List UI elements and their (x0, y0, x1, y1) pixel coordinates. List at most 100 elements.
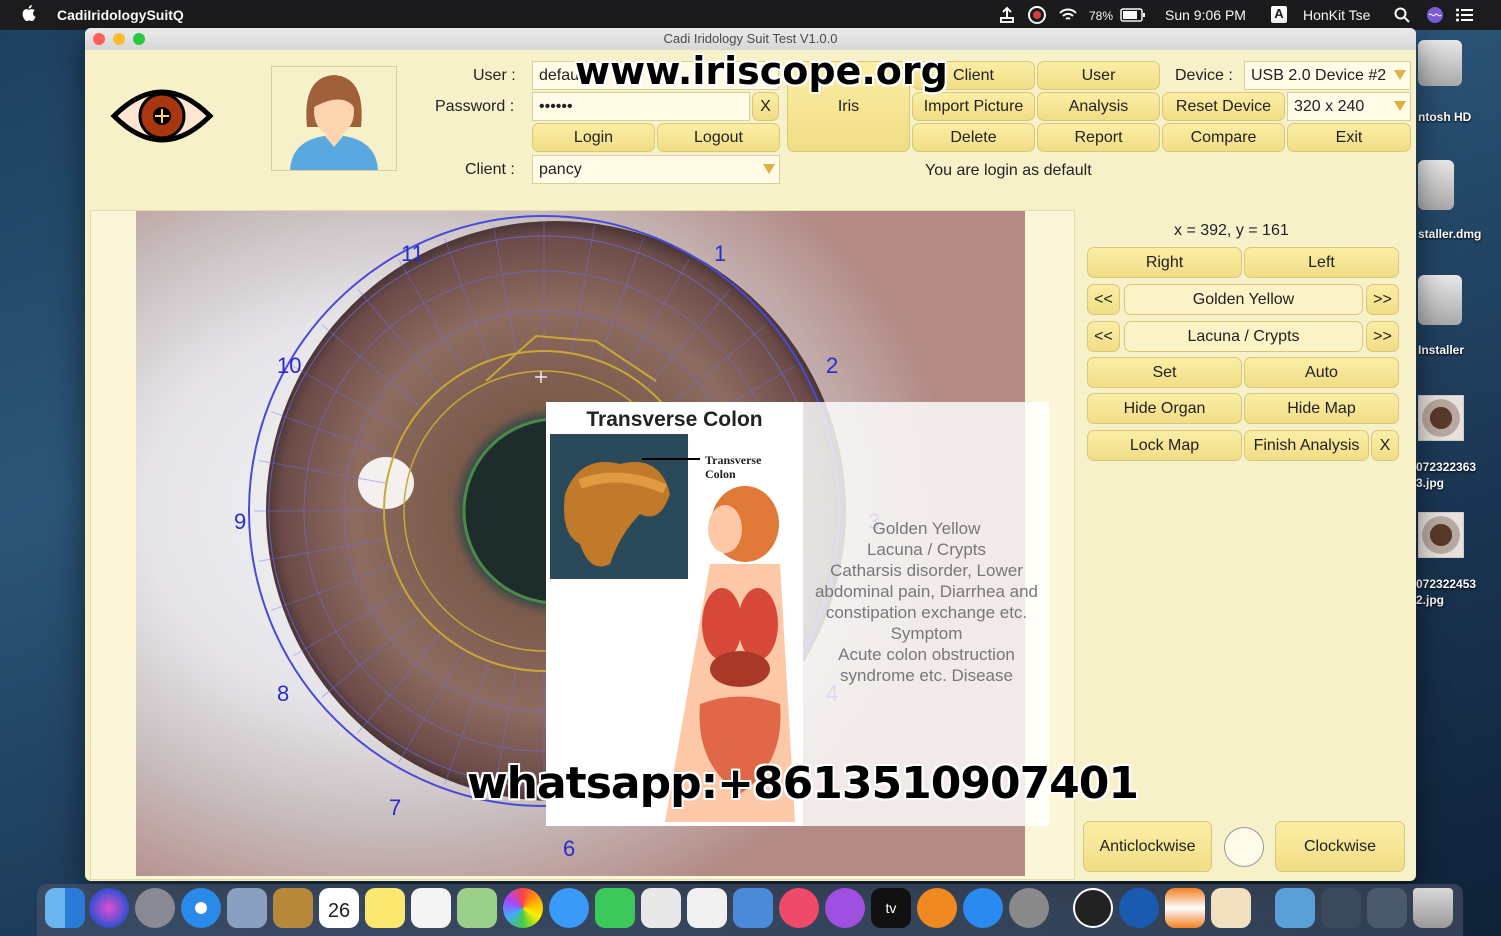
numbers-icon[interactable] (687, 888, 727, 928)
user-label: User : (473, 67, 516, 84)
minimize-window-button[interactable] (113, 33, 125, 45)
menu-clock[interactable]: Sun 9:06 PM (1165, 7, 1246, 23)
hide-map-button[interactable]: Hide Map (1244, 393, 1399, 424)
installer-drive-icon[interactable] (1418, 275, 1462, 325)
app-window: Cadi Iridology Suit Test V1.0.0 User : d… (85, 28, 1416, 881)
analysis-button[interactable]: Analysis (1037, 92, 1160, 121)
apple-tv-icon[interactable]: tv (871, 888, 911, 928)
trash-icon[interactable] (1413, 888, 1453, 928)
reset-device-button[interactable]: Reset Device (1162, 92, 1285, 121)
popup-line-color: Golden Yellow (872, 519, 981, 538)
eye-photo-thumbnail-1[interactable] (1418, 395, 1464, 441)
right-eye-button[interactable]: Right (1087, 247, 1242, 278)
browser-icon[interactable] (1119, 888, 1159, 928)
keynote-icon[interactable] (733, 888, 773, 928)
messages-icon[interactable] (549, 888, 589, 928)
preview-icon[interactable] (227, 888, 267, 928)
battery-icon[interactable] (1120, 8, 1146, 22)
organ-popup-description: Golden Yellow Lacuna / Crypts Catharsis … (804, 518, 1049, 686)
client-select[interactable]: pancy (532, 155, 780, 184)
close-analysis-button[interactable]: X (1371, 430, 1399, 461)
exit-button[interactable]: Exit (1287, 123, 1411, 152)
color-sign-field[interactable]: Golden Yellow (1124, 284, 1363, 315)
spotlight-search-icon[interactable] (1394, 7, 1410, 23)
launchpad-icon[interactable] (135, 888, 175, 928)
logout-button[interactable]: Logout (657, 123, 780, 152)
siri-dock-icon[interactable] (89, 888, 129, 928)
finder-icon[interactable] (45, 888, 85, 928)
zoom-window-button[interactable] (133, 33, 145, 45)
recent-window-thumb-1[interactable] (1321, 888, 1361, 928)
hard-drive-icon[interactable] (1418, 40, 1462, 86)
device-select[interactable]: USB 2.0 Device #2 (1244, 61, 1411, 90)
clockwise-button[interactable]: Clockwise (1275, 821, 1405, 872)
dmg-file-icon[interactable] (1418, 160, 1454, 210)
auto-button[interactable]: Auto (1244, 357, 1399, 388)
sign-type-field[interactable]: Lacuna / Crypts (1124, 321, 1363, 352)
import-picture-button[interactable]: Import Picture (912, 92, 1035, 121)
vlc-icon[interactable] (1165, 888, 1205, 928)
photos-icon[interactable] (503, 888, 543, 928)
desktop-label-dmg: staller.dmg (1418, 227, 1482, 241)
close-window-button[interactable] (93, 33, 105, 45)
app-store-icon[interactable] (963, 888, 1003, 928)
compare-button[interactable]: Compare (1162, 123, 1285, 152)
podcasts-icon[interactable] (825, 888, 865, 928)
finish-analysis-button[interactable]: Finish Analysis (1244, 430, 1369, 461)
next-color-button[interactable]: >> (1366, 284, 1399, 315)
eye-photo-thumbnail-2[interactable] (1418, 512, 1464, 558)
set-button[interactable]: Set (1087, 357, 1242, 388)
left-eye-button[interactable]: Left (1244, 247, 1399, 278)
map-clock-1: 1 (714, 241, 726, 266)
obs-icon[interactable] (1073, 888, 1113, 928)
report-button[interactable]: Report (1037, 123, 1160, 152)
siri-icon[interactable] (1426, 6, 1444, 24)
facetime-icon[interactable] (595, 888, 635, 928)
wifi-icon[interactable] (1058, 6, 1078, 24)
maps-icon[interactable] (457, 888, 497, 928)
prev-color-button[interactable]: << (1087, 284, 1120, 315)
contacts-icon[interactable] (273, 888, 313, 928)
user-button[interactable]: User (1037, 61, 1160, 90)
downloads-folder-icon[interactable] (1275, 888, 1315, 928)
delete-button[interactable]: Delete (912, 123, 1035, 152)
resolution-select[interactable]: 320 x 240 (1287, 92, 1411, 121)
anticlockwise-button[interactable]: Anticlockwise (1083, 821, 1212, 872)
lock-map-button[interactable]: Lock Map (1087, 430, 1242, 461)
calendar-icon[interactable]: 26 (319, 888, 359, 928)
books-icon[interactable] (917, 888, 957, 928)
music-icon[interactable] (779, 888, 819, 928)
window-title: Cadi Iridology Suit Test V1.0.0 (663, 31, 838, 46)
pages-icon[interactable] (641, 888, 681, 928)
hide-organ-button[interactable]: Hide Organ (1087, 393, 1242, 424)
clear-password-button[interactable]: X (752, 92, 779, 121)
notes-icon[interactable] (365, 888, 405, 928)
safari-icon[interactable] (181, 888, 221, 928)
next-sign-button[interactable]: >> (1366, 321, 1399, 352)
menu-user-name[interactable]: HonKit Tse (1303, 7, 1370, 23)
system-preferences-icon[interactable] (1009, 888, 1049, 928)
apple-icon[interactable] (22, 5, 36, 21)
input-source-badge[interactable]: A (1271, 6, 1287, 23)
password-field[interactable]: •••••• (532, 92, 750, 121)
popup-line-symptom-1: Catharsis disorder, Lower (830, 561, 1023, 580)
reminders-icon[interactable] (411, 888, 451, 928)
map-clock-11: 11 (401, 241, 424, 266)
login-button[interactable]: Login (532, 123, 655, 152)
popup-line-symptom-3: constipation exchange etc. (825, 603, 1028, 622)
device-select-value: USB 2.0 Device #2 (1251, 67, 1387, 84)
notification-center-icon[interactable] (1456, 8, 1474, 22)
document-app-icon[interactable] (1211, 888, 1251, 928)
screen-record-icon[interactable] (1027, 5, 1047, 25)
calendar-day: 26 (327, 900, 351, 922)
recent-window-thumb-2[interactable] (1367, 888, 1407, 928)
app-menu-title[interactable]: CadiIridologySuitQ (57, 7, 184, 23)
prev-sign-button[interactable]: << (1087, 321, 1120, 352)
map-clock-8: 8 (277, 681, 289, 706)
rotation-dial[interactable] (1224, 827, 1264, 867)
anatomy-caption-line-2: Colon (705, 467, 736, 481)
window-title-bar[interactable]: Cadi Iridology Suit Test V1.0.0 (85, 28, 1416, 50)
tv-label: tv (885, 900, 897, 916)
organ-popup-title: Transverse Colon (586, 408, 763, 431)
upload-icon[interactable] (998, 6, 1016, 24)
